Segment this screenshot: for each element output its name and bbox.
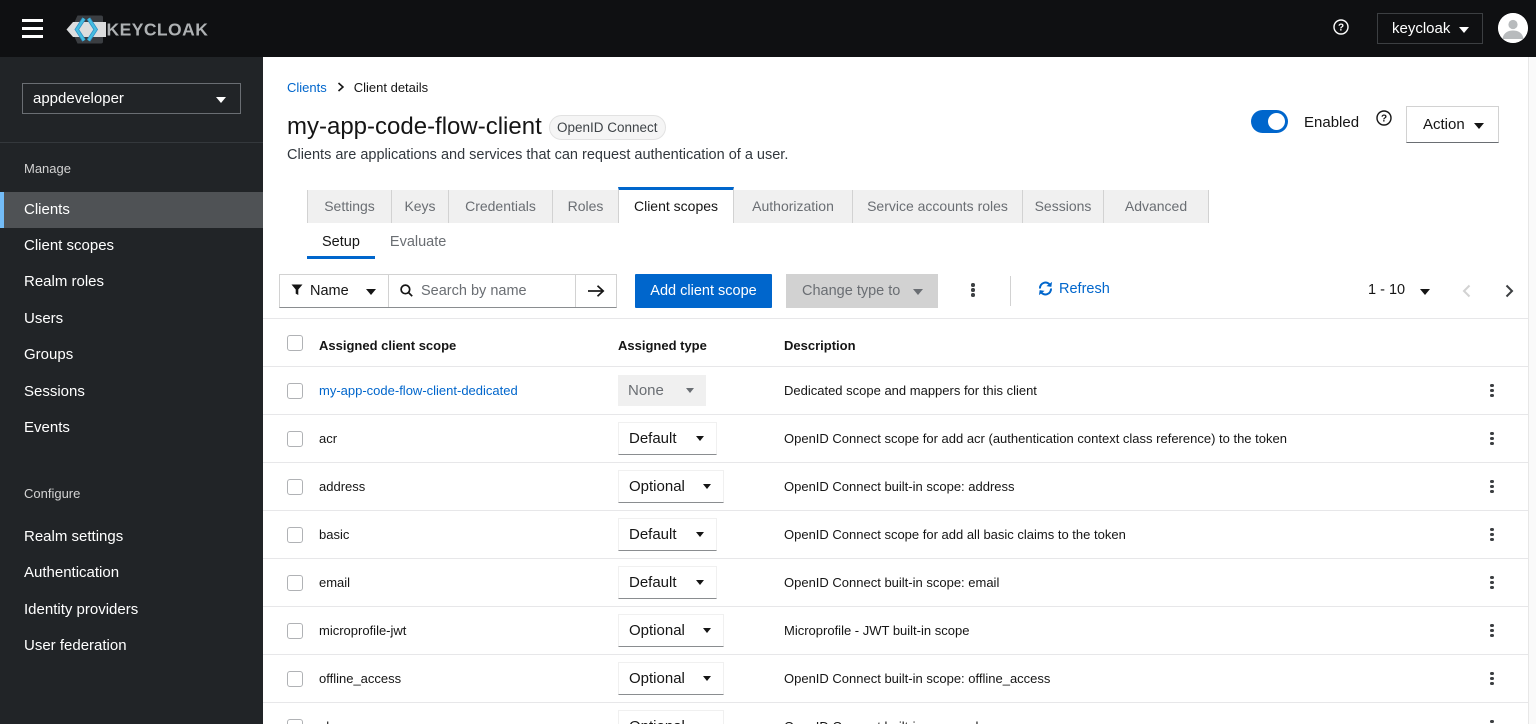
- svg-text:?: ?: [1381, 114, 1387, 125]
- svg-text:?: ?: [1338, 23, 1344, 34]
- svg-text:KEYCLOAK: KEYCLOAK: [107, 20, 209, 40]
